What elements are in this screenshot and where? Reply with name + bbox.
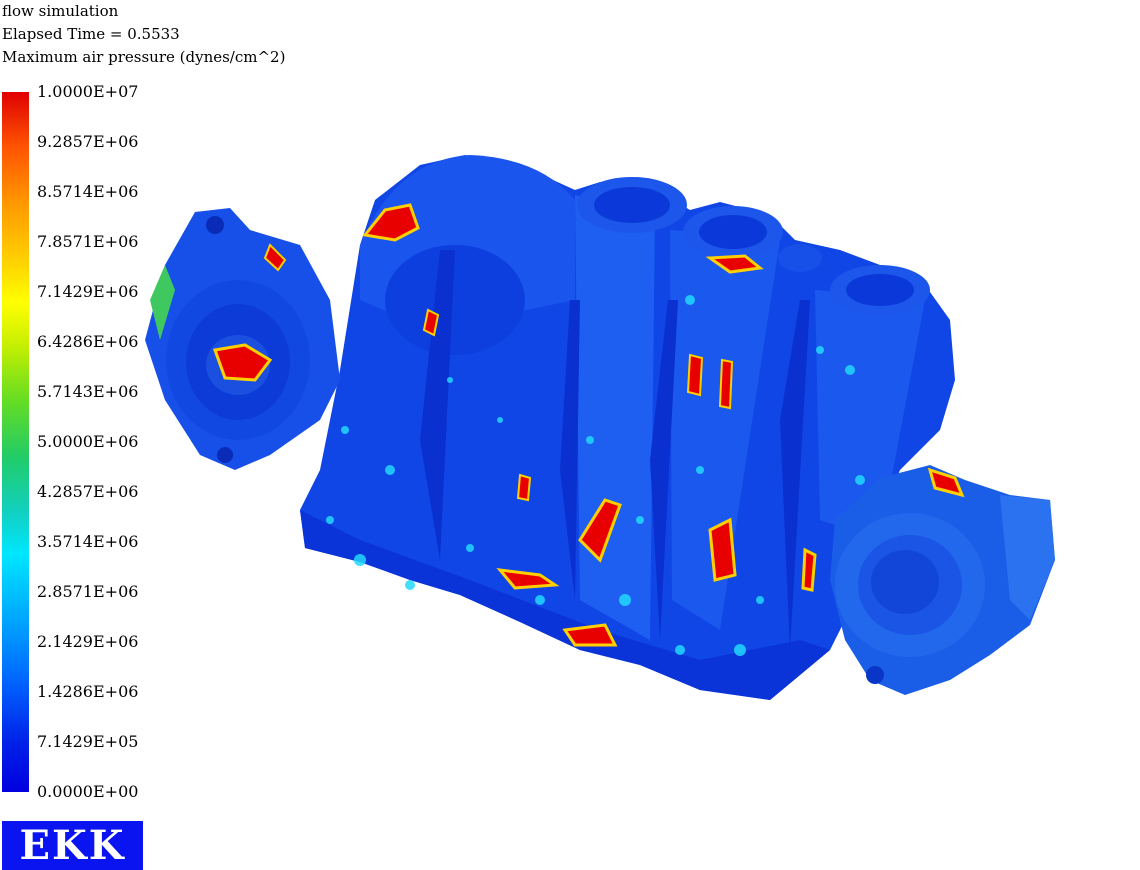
left-flange [145, 208, 340, 470]
pressure-contour-model [145, 155, 1055, 700]
right-flange [830, 465, 1055, 695]
